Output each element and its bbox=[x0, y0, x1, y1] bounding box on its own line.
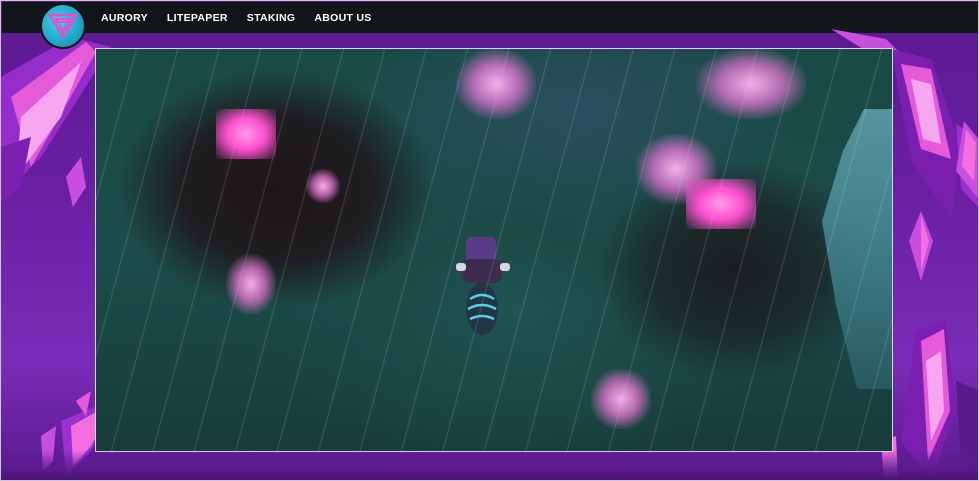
right-mid-crystal-icon bbox=[909, 211, 933, 281]
rain-overlay bbox=[96, 49, 892, 451]
nav-link-aurory[interactable]: AURORY bbox=[101, 12, 148, 24]
nav-link-litepaper[interactable]: LITEPAPER bbox=[167, 12, 228, 24]
nav-link-staking[interactable]: STAKING bbox=[247, 12, 296, 24]
aurory-logo-icon[interactable] bbox=[40, 3, 86, 49]
logo-emblem-icon bbox=[48, 13, 78, 39]
bottom-wave-decoration bbox=[1, 450, 978, 480]
right-edge-crystal-icon bbox=[956, 121, 978, 199]
page-frame: AURORY LITEPAPER STAKING ABOUT US bbox=[0, 0, 979, 481]
nav-link-about-us[interactable]: ABOUT US bbox=[314, 12, 371, 24]
hero-video[interactable] bbox=[95, 48, 893, 452]
nav-links: AURORY LITEPAPER STAKING ABOUT US bbox=[101, 2, 372, 33]
